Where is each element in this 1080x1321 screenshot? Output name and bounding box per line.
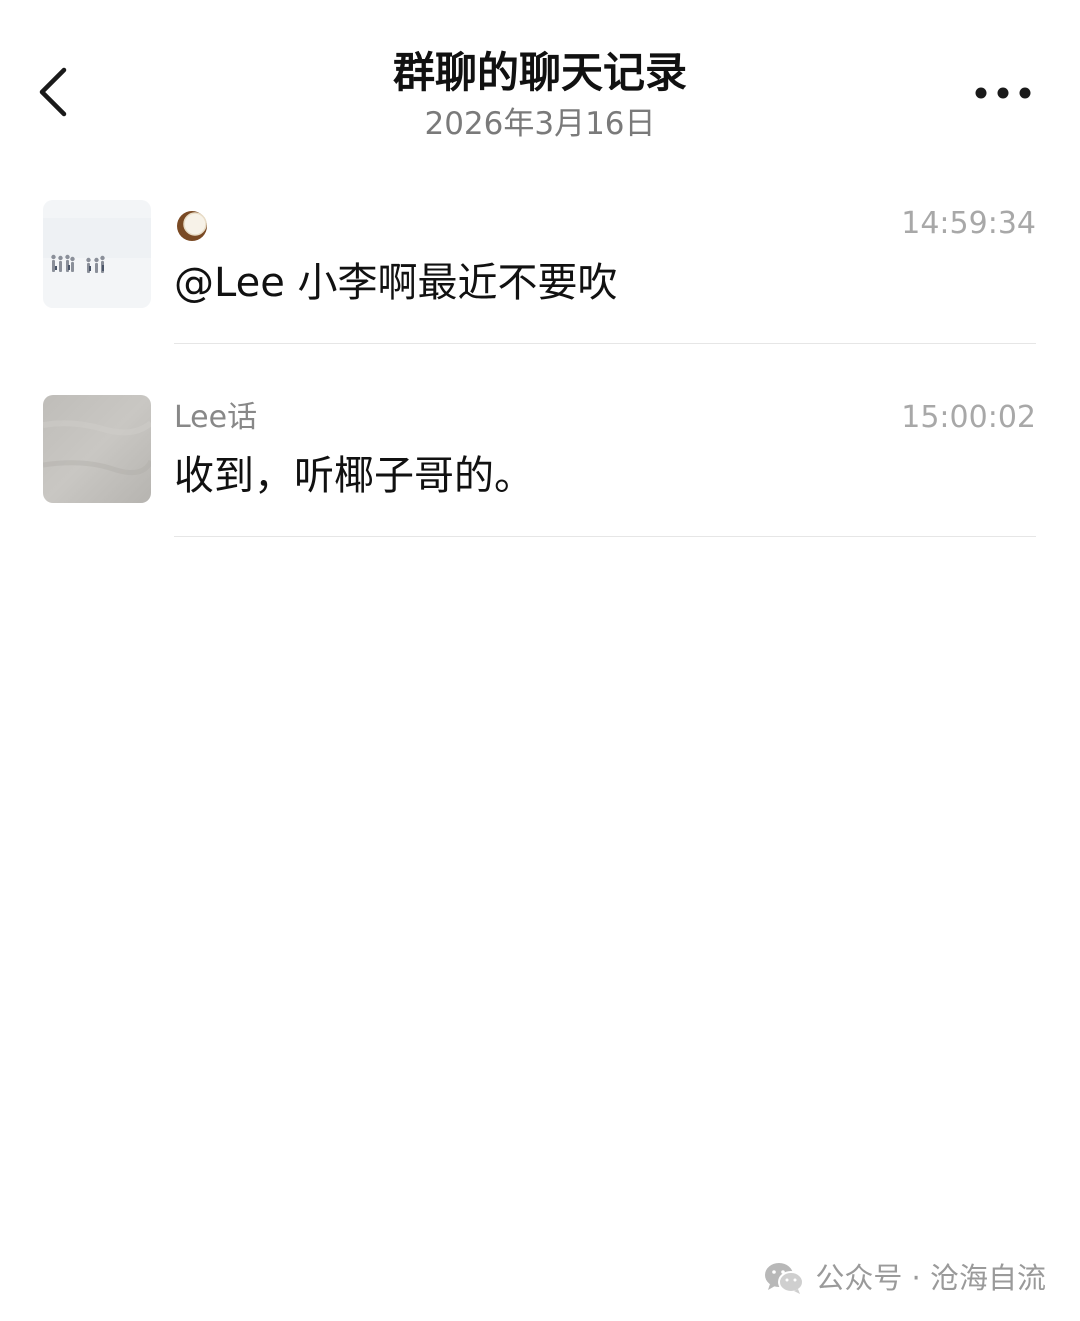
watermark: 公众号 · 沧海自流 [763, 1258, 1046, 1298]
message-divider [174, 536, 1036, 537]
avatar[interactable] [43, 395, 151, 503]
message-time: 15:00:02 [901, 400, 1036, 435]
gray-texture-avatar [43, 395, 151, 503]
message-time: 14:59:34 [901, 206, 1036, 241]
group-photo-avatar [43, 200, 151, 308]
header-bar: 群聊的聊天记录 2026年3月16日 [0, 0, 1080, 170]
coconut-icon [177, 210, 207, 241]
sender-name [174, 204, 210, 244]
more-horizontal-icon [975, 87, 1031, 99]
avatar[interactable] [43, 200, 151, 308]
sender-name: Lee话 [174, 400, 258, 435]
wechat-icon [765, 1263, 805, 1294]
more-button[interactable] [972, 80, 1034, 106]
message-text: @Lee 小李啊最近不要吹 [174, 260, 618, 306]
watermark-text: 公众号 · 沧海自流 [815, 1261, 1046, 1295]
message-text: 收到，听椰子哥的。 [174, 453, 534, 499]
page-title: 群聊的聊天记录 [392, 48, 687, 97]
page-date: 2026年3月16日 [424, 106, 656, 142]
chat-history-page: 群聊的聊天记录 2026年3月16日 14:59:34 @Lee 小李啊最近不要… [0, 0, 1080, 1321]
message-divider [174, 343, 1036, 344]
